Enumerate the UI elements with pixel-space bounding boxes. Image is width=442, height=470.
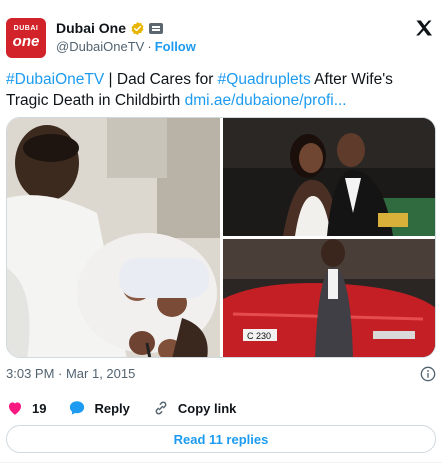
tweet-link[interactable]: dmi.ae/dubaione/profi... (185, 92, 347, 109)
photo-couple[interactable] (223, 118, 435, 236)
handle-row: @DubaiOneTV · Follow (56, 39, 196, 54)
media-grid: C 230 (6, 117, 436, 358)
action-bar: 19 Reply Copy link (6, 398, 258, 418)
license-plate: C 230 (247, 331, 271, 341)
divider (0, 462, 442, 463)
reply-label: Reply (94, 400, 130, 416)
like-button[interactable]: 19 (6, 399, 46, 417)
copy-link-button[interactable]: Copy link (152, 399, 237, 417)
reply-button[interactable]: Reply (68, 399, 130, 417)
affiliate-badge-icon (149, 22, 164, 34)
info-icon[interactable] (420, 366, 436, 382)
hashtag-quadruplets[interactable]: #Quadruplets (218, 71, 311, 88)
tweet-card: DUBAI one Dubai One @DubaiOneTV · Follow #… (0, 0, 442, 470)
follow-button[interactable]: Follow (155, 39, 196, 54)
account-name[interactable]: Dubai One (56, 20, 126, 36)
photo-couple-illustration (223, 118, 435, 236)
reply-bubble-icon (70, 401, 85, 415)
separator-dot: · (147, 39, 152, 54)
photo-car[interactable]: C 230 (223, 239, 435, 357)
name-row: Dubai One (56, 18, 164, 38)
tweet-text: #DubaiOneTV | Dad Cares for #Quadruplets… (6, 69, 436, 111)
account-handle[interactable]: @DubaiOneTV (56, 39, 144, 54)
photo-father-quadruplets-illustration (7, 118, 220, 357)
x-logo-icon[interactable] (414, 18, 434, 38)
verified-badge-icon (131, 21, 144, 35)
hashtag-dubaionetv[interactable]: #DubaiOneTV (6, 71, 104, 88)
tweet-timestamp[interactable]: 3:03 PM · Mar 1, 2015 (6, 366, 135, 381)
photo-car-illustration: C 230 (223, 239, 435, 357)
copy-link-label: Copy link (177, 400, 237, 416)
avatar-line2: one (12, 33, 40, 50)
photo-father-quadruplets[interactable] (7, 118, 220, 357)
avatar-line1: DUBAI (13, 25, 39, 32)
avatar[interactable]: DUBAI one (6, 18, 46, 58)
link-icon (155, 401, 167, 415)
read-replies-button[interactable]: Read 11 replies (6, 425, 436, 453)
tweet-text-part1: | Dad Cares for (104, 71, 218, 88)
heart-icon (9, 402, 21, 415)
like-count: 19 (32, 400, 47, 416)
